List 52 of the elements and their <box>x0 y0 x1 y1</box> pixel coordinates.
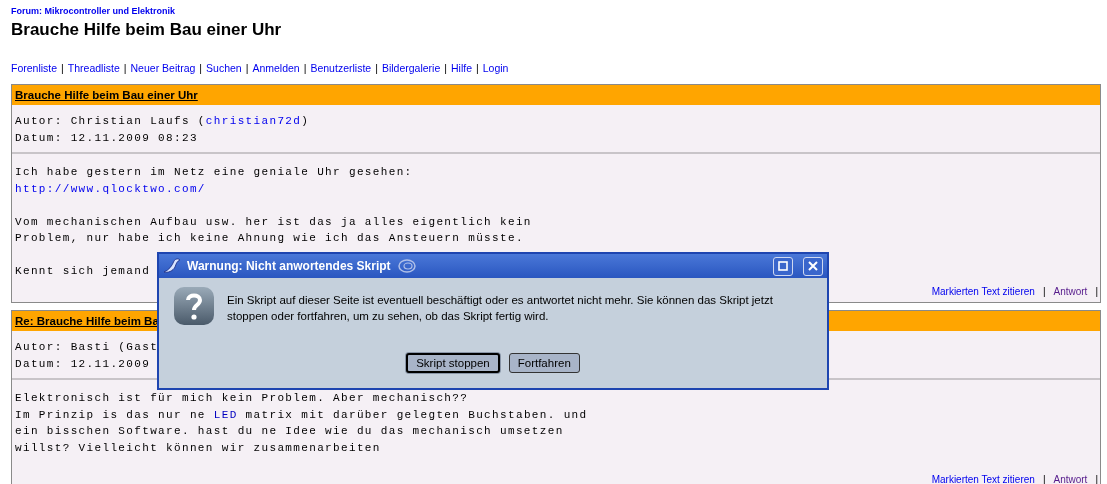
post-text: Ich habe gestern im Netz eine geniale Uhr gesehen: <box>15 165 413 180</box>
dialog-button[interactable]: Fortfahren <box>508 353 580 373</box>
post-text: Kennt sich jemand <box>15 264 151 279</box>
nav-separator: | <box>123 62 127 74</box>
author-link[interactable]: christian72d <box>205 115 302 127</box>
question-icon <box>173 286 215 326</box>
post-title-link[interactable]: Brauche Hilfe beim Bau einer Uhr <box>15 89 198 101</box>
led-link[interactable]: LED <box>213 408 238 421</box>
nav-link[interactable]: Neuer Beitrag <box>130 62 196 74</box>
url-link[interactable]: http://www.qlocktwo.com/ <box>15 182 206 195</box>
reply-link[interactable]: Antwort <box>1053 474 1088 484</box>
nav-link[interactable]: Forenliste <box>11 62 58 74</box>
author-suffix: ) <box>301 115 310 127</box>
post-text: Elektronisch ist für mich kein Problem. Aber mechanisch?? <box>15 391 469 406</box>
forum-link[interactable]: Forum: Mikrocontroller und Elektronik <box>11 6 175 16</box>
nav-link[interactable]: Hilfe <box>451 62 472 74</box>
post-text: Im Prinzip is das nur ne LED matrix mit darüber gelegten Buchstaben. und <box>15 407 588 423</box>
nav-link[interactable]: Bildergalerie <box>381 62 441 74</box>
post-text: Vom mechanischen Aufbau usw. her ist das ja alles eigentlich kein <box>15 214 532 230</box>
page-title: Brauche Hilfe beim Bau einer Uhr <box>11 20 283 40</box>
quote-link[interactable]: Markierten Text zitieren <box>931 474 1035 484</box>
post-date: Datum: 12.11.2009 <box>15 356 151 372</box>
nav-link[interactable]: Threadliste <box>67 62 120 74</box>
nav-link[interactable]: Benutzerliste <box>310 62 372 74</box>
nav-separator: | <box>245 62 249 74</box>
close-icon <box>808 261 818 271</box>
reply-link[interactable]: Antwort <box>1053 286 1088 297</box>
dialog-title: Warnung: Nicht anwortendes Skript <box>187 259 391 273</box>
nav-separator: | <box>375 62 378 74</box>
post-date: Datum: 12.11.2009 08:23 <box>15 130 198 146</box>
dialog-button[interactable]: Skript stoppen <box>406 353 500 373</box>
nav-link[interactable]: Login <box>482 62 509 74</box>
maximize-button[interactable] <box>773 256 793 276</box>
close-button[interactable] <box>803 256 823 276</box>
author-label: Autor: Christian Laufs ( <box>15 115 206 127</box>
nav-separator: | <box>199 62 203 74</box>
author-label: Autor: Basti (Gast <box>15 341 159 353</box>
nav-separator: | <box>444 62 447 74</box>
post-text: ein bisschen Software. hast du ne Idee wie du das mechanisch umsetzen <box>15 424 564 439</box>
nav-link[interactable]: Anmelden <box>252 62 300 74</box>
nav-separator: | <box>303 62 307 74</box>
quote-link[interactable]: Markierten Text zitieren <box>931 286 1035 297</box>
nav-separator: | <box>61 62 64 74</box>
nav-link[interactable]: Suchen <box>206 62 242 74</box>
post-text: willst? Vielleicht können wir zusammenarbeiten <box>15 440 381 456</box>
action-separator: | <box>1095 286 1098 297</box>
swirl-icon <box>396 258 417 274</box>
nav-separator: | <box>476 62 479 74</box>
dialog-message: Ein Skript auf dieser Seite ist eventuell beschäftigt oder es antwortet nicht mehr. Sie können das Skript jetzt stoppen oder fortfahren, um zu sehen, ob das Skript fertig wird. <box>227 293 774 324</box>
action-separator: | <box>1042 286 1046 297</box>
maximize-icon <box>778 261 788 271</box>
post-text: Problem, nur habe ich keine Ahnung wie ich das Ansteuern müsste. <box>15 231 524 246</box>
